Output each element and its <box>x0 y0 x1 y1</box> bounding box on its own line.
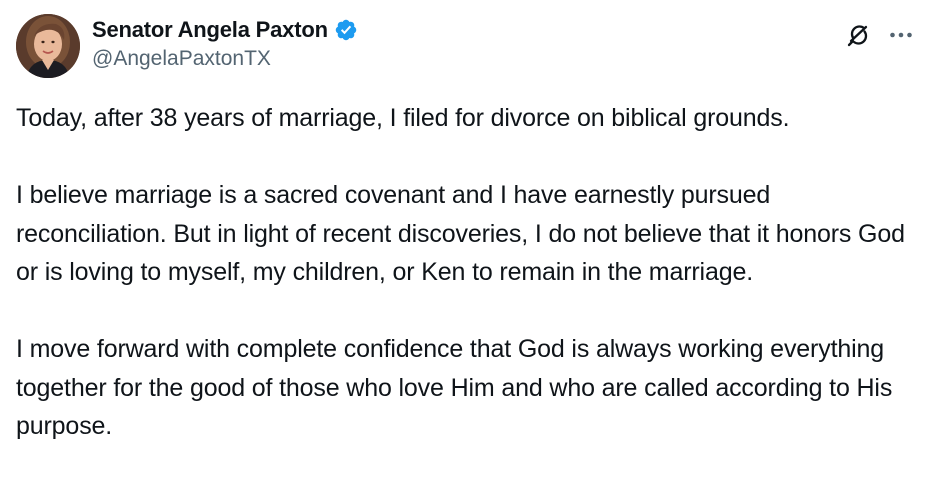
tweet-text: Today, after 38 years of marriage, I fil… <box>16 99 906 446</box>
author-names: Senator Angela Paxton @AngelaPaxtonTX <box>92 15 358 71</box>
tweet-header: Senator Angela Paxton @AngelaPaxtonTX <box>16 13 914 79</box>
display-name-row: Senator Angela Paxton <box>92 15 358 45</box>
grok-icon[interactable] <box>846 22 872 48</box>
tweet-paragraph: I believe marriage is a sacred covenant … <box>16 181 905 286</box>
avatar-image <box>16 14 80 78</box>
verified-badge-icon[interactable] <box>334 18 358 42</box>
author-handle[interactable]: @AngelaPaxtonTX <box>92 47 358 71</box>
tweet-paragraph: Today, after 38 years of marriage, I fil… <box>16 104 790 132</box>
tweet-paragraph: I move forward with complete confidence … <box>16 335 893 440</box>
author-display-name[interactable]: Senator Angela Paxton <box>92 17 328 43</box>
avatar[interactable] <box>16 14 80 78</box>
more-horizontal-icon[interactable] <box>888 24 914 46</box>
